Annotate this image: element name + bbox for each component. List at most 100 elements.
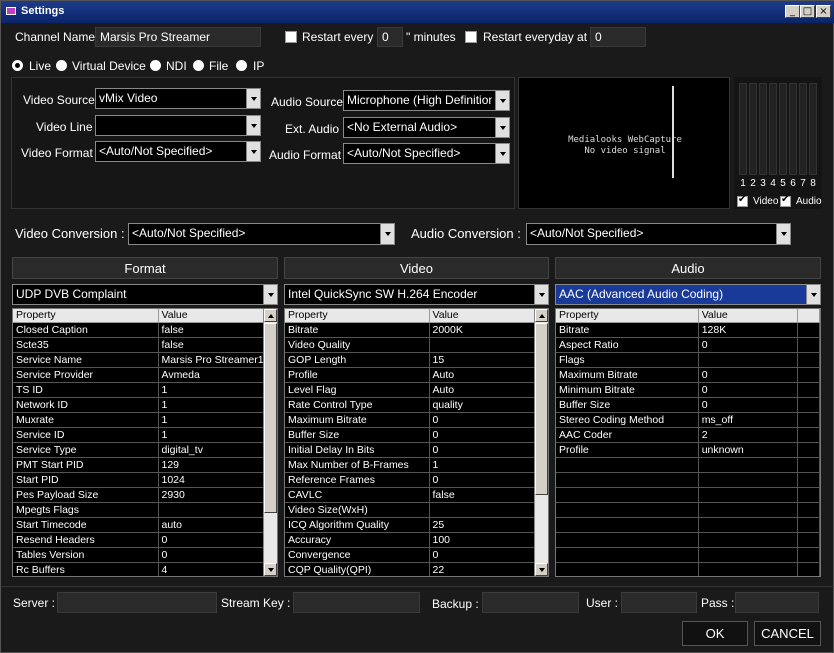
radio-virtual-device[interactable] xyxy=(56,60,67,71)
maximize-button[interactable]: □ xyxy=(800,5,815,18)
video-conversion-select[interactable]: <Auto/Not Specified> xyxy=(128,223,395,245)
video-meter-checkbox[interactable]: ✔ xyxy=(737,194,748,207)
value-cell[interactable]: unknown xyxy=(698,442,799,458)
table-row[interactable]: CAVLC false xyxy=(285,487,535,503)
table-row[interactable] xyxy=(556,457,820,473)
value-cell[interactable]: quality xyxy=(429,397,535,413)
table-row[interactable]: GOP Length 15 xyxy=(285,352,535,368)
video-scrollbar[interactable] xyxy=(534,309,548,576)
value-cell[interactable]: 0 xyxy=(158,547,268,563)
ok-button[interactable]: OK xyxy=(682,621,748,646)
video-encoder-select[interactable]: Intel QuickSync SW H.264 Encoder xyxy=(284,284,549,305)
table-row[interactable]: Tables Version 0 xyxy=(13,547,268,563)
pass-input[interactable] xyxy=(735,592,819,613)
value-cell[interactable]: 25 xyxy=(429,517,535,533)
value-cell[interactable]: 1 xyxy=(158,382,268,398)
value-cell[interactable] xyxy=(158,502,268,518)
audio-conversion-select[interactable]: <Auto/Not Specified> xyxy=(526,223,791,245)
table-row[interactable] xyxy=(556,547,820,563)
table-row[interactable]: Mpegts Flags xyxy=(13,502,268,518)
radio-ndi[interactable] xyxy=(150,60,161,71)
table-row[interactable] xyxy=(556,472,820,488)
table-row[interactable]: Flags xyxy=(556,352,820,368)
table-row[interactable]: Start PID 1024 xyxy=(13,472,268,488)
restart-every-checkbox[interactable] xyxy=(285,31,297,43)
value-cell[interactable]: ms_off xyxy=(698,412,799,428)
ext-audio-select[interactable]: <No External Audio> xyxy=(343,117,510,138)
value-cell[interactable]: false xyxy=(158,322,268,338)
value-cell[interactable]: 1 xyxy=(158,427,268,443)
value-cell[interactable] xyxy=(698,487,799,503)
value-cell[interactable]: false xyxy=(429,487,535,503)
value-cell[interactable] xyxy=(698,562,799,576)
table-row[interactable]: Resend Headers 0 xyxy=(13,532,268,548)
table-row[interactable]: Aspect Ratio 0 xyxy=(556,337,820,353)
value-cell[interactable]: 1 xyxy=(429,457,535,473)
table-row[interactable]: Service Type digital_tv xyxy=(13,442,268,458)
format-scrollbar[interactable] xyxy=(263,309,277,576)
table-row[interactable]: Muxrate 1 xyxy=(13,412,268,428)
value-cell[interactable]: 0 xyxy=(698,367,799,383)
audio-meter-checkbox[interactable]: ✔ xyxy=(780,194,791,207)
value-cell[interactable]: 2930 xyxy=(158,487,268,503)
table-row[interactable]: Network ID 1 xyxy=(13,397,268,413)
table-row[interactable]: Start Timecode auto xyxy=(13,517,268,533)
table-row[interactable]: Level Flag Auto xyxy=(285,382,535,398)
table-row[interactable]: Scte35 false xyxy=(13,337,268,353)
value-cell[interactable] xyxy=(698,532,799,548)
value-cell[interactable]: auto xyxy=(158,517,268,533)
value-cell[interactable]: 0 xyxy=(429,412,535,428)
audio-source-select[interactable]: Microphone (High Definition A xyxy=(343,90,510,111)
value-cell[interactable]: 100 xyxy=(429,532,535,548)
value-cell[interactable]: 0 xyxy=(698,337,799,353)
format-properties-grid[interactable]: Property Value Closed Caption false Scte35 fa… xyxy=(12,308,278,577)
value-cell[interactable]: Auto xyxy=(429,367,535,383)
close-button[interactable]: × xyxy=(816,5,831,18)
value-cell[interactable]: 0 xyxy=(429,472,535,488)
value-cell[interactable]: 4 xyxy=(158,562,268,576)
audio-format-select[interactable]: <Auto/Not Specified> xyxy=(343,143,510,164)
value-cell[interactable] xyxy=(698,502,799,518)
video-source-select[interactable]: vMix Video xyxy=(95,88,261,109)
video-line-select[interactable] xyxy=(95,115,261,136)
scroll-up-icon[interactable] xyxy=(535,309,548,322)
value-cell[interactable]: 129 xyxy=(158,457,268,473)
scroll-down-icon[interactable] xyxy=(535,563,548,576)
table-row[interactable]: Reference Frames 0 xyxy=(285,472,535,488)
channel-name-input[interactable]: Marsis Pro Streamer xyxy=(95,27,261,47)
restart-minutes-input[interactable]: 0 xyxy=(377,27,403,47)
scroll-up-icon[interactable] xyxy=(264,309,277,322)
radio-live[interactable] xyxy=(12,60,23,71)
table-row[interactable]: Maximum Bitrate 0 xyxy=(556,367,820,383)
value-cell[interactable]: 22 xyxy=(429,562,535,576)
table-row[interactable]: ICQ Algorithm Quality 25 xyxy=(285,517,535,533)
value-cell[interactable] xyxy=(429,502,535,518)
value-cell[interactable]: false xyxy=(158,337,268,353)
value-cell[interactable]: 128K xyxy=(698,322,799,338)
value-cell[interactable]: 0 xyxy=(698,397,799,413)
table-row[interactable] xyxy=(556,562,820,576)
table-row[interactable]: Video Quality xyxy=(285,337,535,353)
table-row[interactable]: Bitrate 128K xyxy=(556,322,820,338)
table-row[interactable]: PMT Start PID 129 xyxy=(13,457,268,473)
table-row[interactable]: Rc Buffers 4 xyxy=(13,562,268,576)
value-cell[interactable]: Auto xyxy=(429,382,535,398)
table-row[interactable]: Accuracy 100 xyxy=(285,532,535,548)
table-row[interactable]: Pes Payload Size 2930 xyxy=(13,487,268,503)
table-row[interactable] xyxy=(556,532,820,548)
value-cell[interactable] xyxy=(429,337,535,353)
value-cell[interactable]: 1 xyxy=(158,397,268,413)
table-row[interactable]: Service Provider Avmeda xyxy=(13,367,268,383)
table-row[interactable]: Profile unknown xyxy=(556,442,820,458)
value-cell[interactable]: 15 xyxy=(429,352,535,368)
table-row[interactable] xyxy=(556,487,820,503)
audio-encoder-select[interactable]: AAC (Advanced Audio Coding) xyxy=(555,284,821,305)
server-input[interactable] xyxy=(57,592,217,613)
value-cell[interactable]: 2000K xyxy=(429,322,535,338)
table-row[interactable]: Buffer Size 0 xyxy=(556,397,820,413)
value-cell[interactable] xyxy=(698,547,799,563)
format-select[interactable]: UDP DVB Complaint xyxy=(12,284,278,305)
video-format-select[interactable]: <Auto/Not Specified> xyxy=(95,141,261,162)
table-row[interactable]: Closed Caption false xyxy=(13,322,268,338)
value-cell[interactable]: 0 xyxy=(429,547,535,563)
